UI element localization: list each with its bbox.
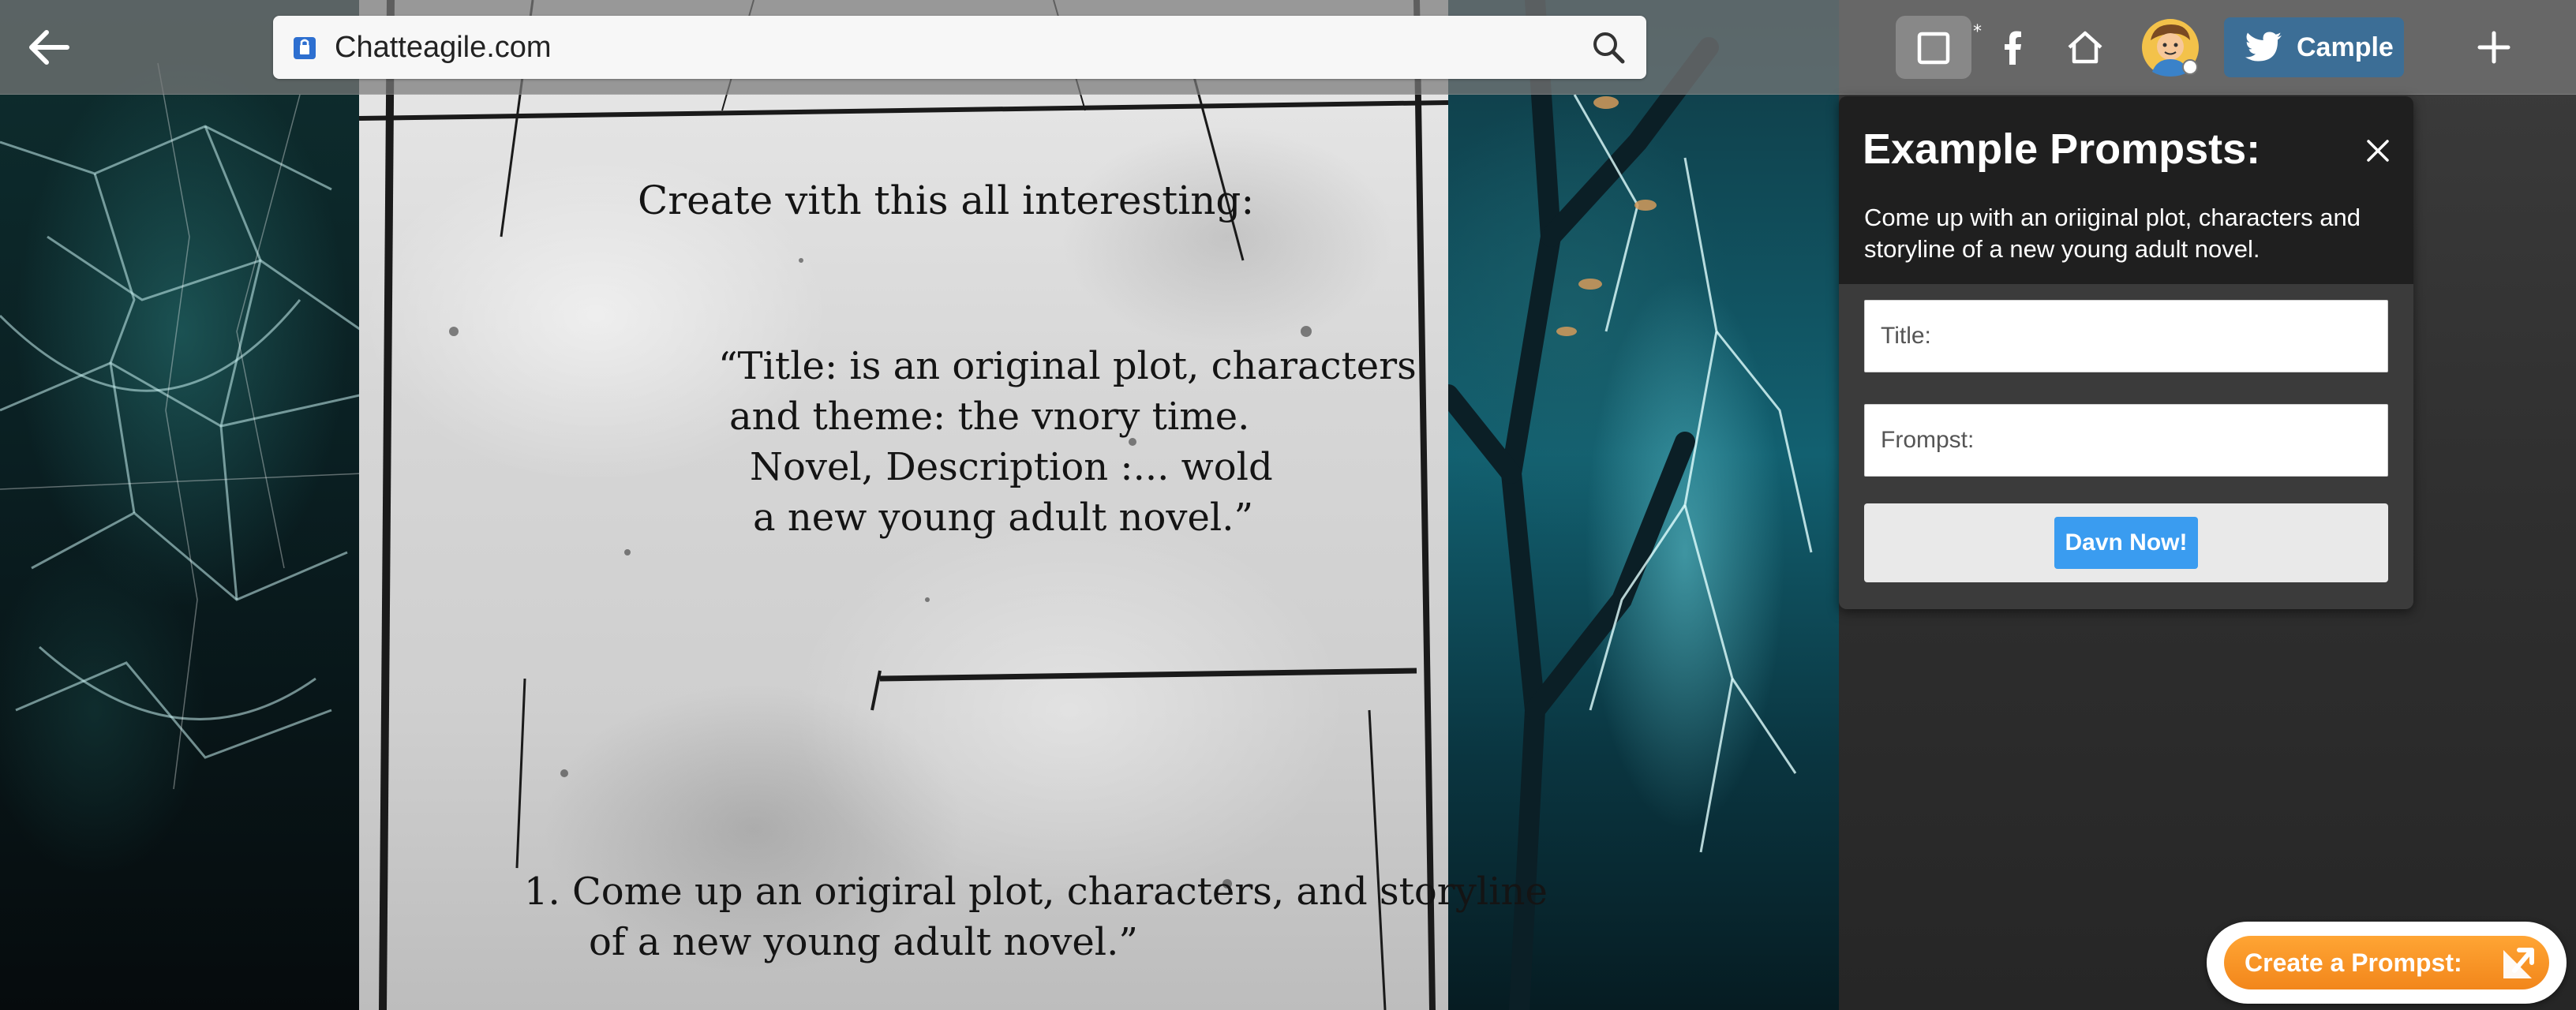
list-item-continued: of a new young adult novel.” (589, 920, 1138, 964)
tabs-button[interactable] (1896, 16, 1971, 79)
prompt-input[interactable] (1864, 404, 2388, 477)
user-avatar-icon (2142, 19, 2199, 77)
arrow-left-icon (29, 30, 69, 65)
list-item: 1. Come up an origiral plot, characters,… (524, 870, 1548, 914)
create-prompt-label: Create a Prompst: (2245, 948, 2462, 977)
close-button[interactable] (2358, 131, 2398, 170)
url-text: Chatteagile.com (335, 30, 552, 64)
close-icon (2367, 140, 2389, 162)
numbered-list: 1. Come up an origiral plot, characters,… (524, 866, 1548, 967)
twitter-button-label: Cample (2297, 32, 2394, 62)
create-prompt-button-body: Create a Prompst: (2224, 936, 2549, 989)
avatar-button[interactable] (2137, 16, 2203, 79)
quote-block: “Title: is an original plot, characters … (718, 341, 1417, 543)
home-button[interactable] (2057, 16, 2114, 79)
quote-line: a new young adult novel.” (753, 496, 1254, 540)
panel-title: Example Prompsts: (1863, 125, 2261, 173)
site-lock-icon (289, 32, 320, 63)
background-shattered-glass-left (0, 0, 363, 1010)
address-bar[interactable]: Chatteagile.com (273, 16, 1646, 79)
facebook-icon (2005, 31, 2021, 65)
search-icon[interactable] (1586, 25, 1631, 69)
back-button[interactable] (17, 19, 80, 76)
arrow-up-right-icon (2494, 941, 2541, 985)
page-heading: Create vith this all interesting: (638, 178, 1255, 223)
panel-description: Come up with an oriiginal plot, characte… (1864, 204, 2361, 263)
submit-button[interactable]: Davn Now! (2054, 517, 2198, 569)
create-prompt-button[interactable]: Create a Prompst: (2207, 922, 2567, 1004)
plus-icon (2477, 31, 2510, 64)
quote-line: Novel, Description :... wold (750, 445, 1273, 489)
twitter-bird-icon (2245, 32, 2282, 62)
quote-line: and theme: the vnory time. (729, 395, 1250, 439)
tabs-square-icon (1917, 32, 1950, 65)
title-input[interactable] (1864, 300, 2388, 372)
browser-toolbar: Chatteagile.com * Cample (0, 0, 2576, 95)
quote-line: “Title: is an original plot, characters (718, 344, 1417, 388)
twitter-button[interactable]: Cample (2224, 17, 2404, 77)
background-glowing-trees-right (1448, 0, 1843, 1010)
submit-area: Davn Now! (1864, 503, 2388, 582)
home-icon (2068, 31, 2102, 64)
new-tab-button[interactable] (2462, 16, 2525, 79)
example-prompts-panel: Example Prompsts: Come up with an oriigi… (1839, 96, 2413, 609)
facebook-button[interactable] (1994, 16, 2031, 79)
tabs-marker: * (1973, 22, 1982, 42)
